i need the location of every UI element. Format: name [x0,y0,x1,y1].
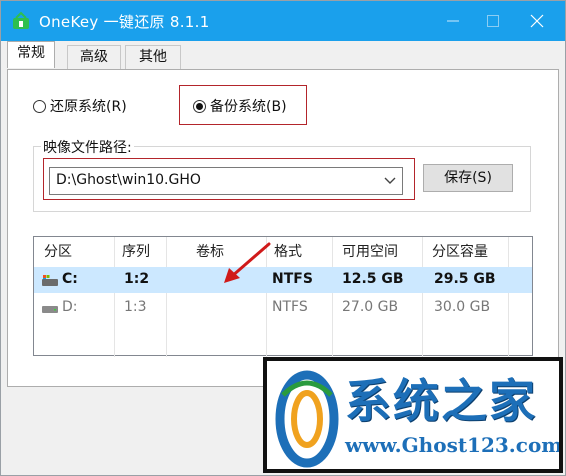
watermark-url: www.Ghost123.com [345,433,563,457]
minimize-icon [447,20,459,22]
table-row[interactable]: D: 1:3 NTFS 27.0 GB 30.0 GB [34,295,532,321]
tab-advanced[interactable]: 高级 [67,45,121,69]
maximize-button[interactable] [473,7,513,35]
watermark: 系统之家 www.Ghost123.com [263,357,563,473]
restore-option[interactable]: 还原系统(R) [33,96,127,116]
partition-list[interactable]: 分区 序列 卷标 格式 可用空间 分区容量 C: 1:2 NTFS 12.5 G… [33,236,533,357]
maximize-icon [487,15,499,27]
column-header-partition[interactable]: 分区 [44,237,72,267]
system-drive-icon [42,275,58,286]
free-space-cell: 27.0 GB [342,299,399,315]
watermark-title: 系统之家 [345,374,537,428]
column-header-format[interactable]: 格式 [274,237,302,267]
image-path-group-label: 映像文件路径: [41,137,134,157]
watermark-logo [275,370,339,468]
tab-other[interactable]: 其他 [125,45,181,69]
backup-radio[interactable] [193,99,206,113]
column-header-sequence[interactable]: 序列 [122,237,150,267]
table-row[interactable]: C: 1:2 NTFS 12.5 GB 29.5 GB [34,267,532,293]
free-space-cell: 12.5 GB [342,271,404,287]
image-path-value: D:\Ghost\win10.GHO [56,172,201,188]
tab-general[interactable]: 常规 [7,41,55,68]
title-bar[interactable]: OneKey 一键还原 8.1.1 [1,1,565,41]
backup-label: 备份系统(B) [210,99,287,115]
image-path-combobox[interactable]: D:\Ghost\win10.GHO [49,167,403,195]
column-header-free-space[interactable]: 可用空间 [342,237,398,267]
window-title: OneKey 一键还原 8.1.1 [39,13,210,31]
sequence-cell: 1:3 [124,299,147,315]
chevron-down-icon[interactable] [384,177,396,185]
column-header-label[interactable]: 卷标 [196,237,224,267]
restore-label: 还原系统(R) [50,99,127,115]
capacity-cell: 30.0 GB [434,299,491,315]
format-cell: NTFS [272,299,308,315]
close-icon [530,14,544,28]
capacity-cell: 29.5 GB [434,271,496,287]
backup-option[interactable]: 备份系统(B) [193,96,287,116]
sequence-cell: 1:2 [124,271,150,287]
close-button[interactable] [517,7,557,35]
column-header-capacity[interactable]: 分区容量 [432,237,488,267]
red-arrow [224,242,271,283]
format-cell: NTFS [272,271,313,287]
partition-cell: C: [62,271,78,287]
restore-radio[interactable] [33,99,46,113]
onekey-app-icon [13,11,29,29]
onekey-window: OneKey 一键还原 8.1.1 常规 高级 其他 还原系统(R) 备份系统(… [0,0,566,476]
partition-cell: D: [62,299,78,315]
save-button[interactable]: 保存(S) [423,164,513,192]
minimize-button[interactable] [433,7,473,35]
drive-icon [42,306,58,313]
